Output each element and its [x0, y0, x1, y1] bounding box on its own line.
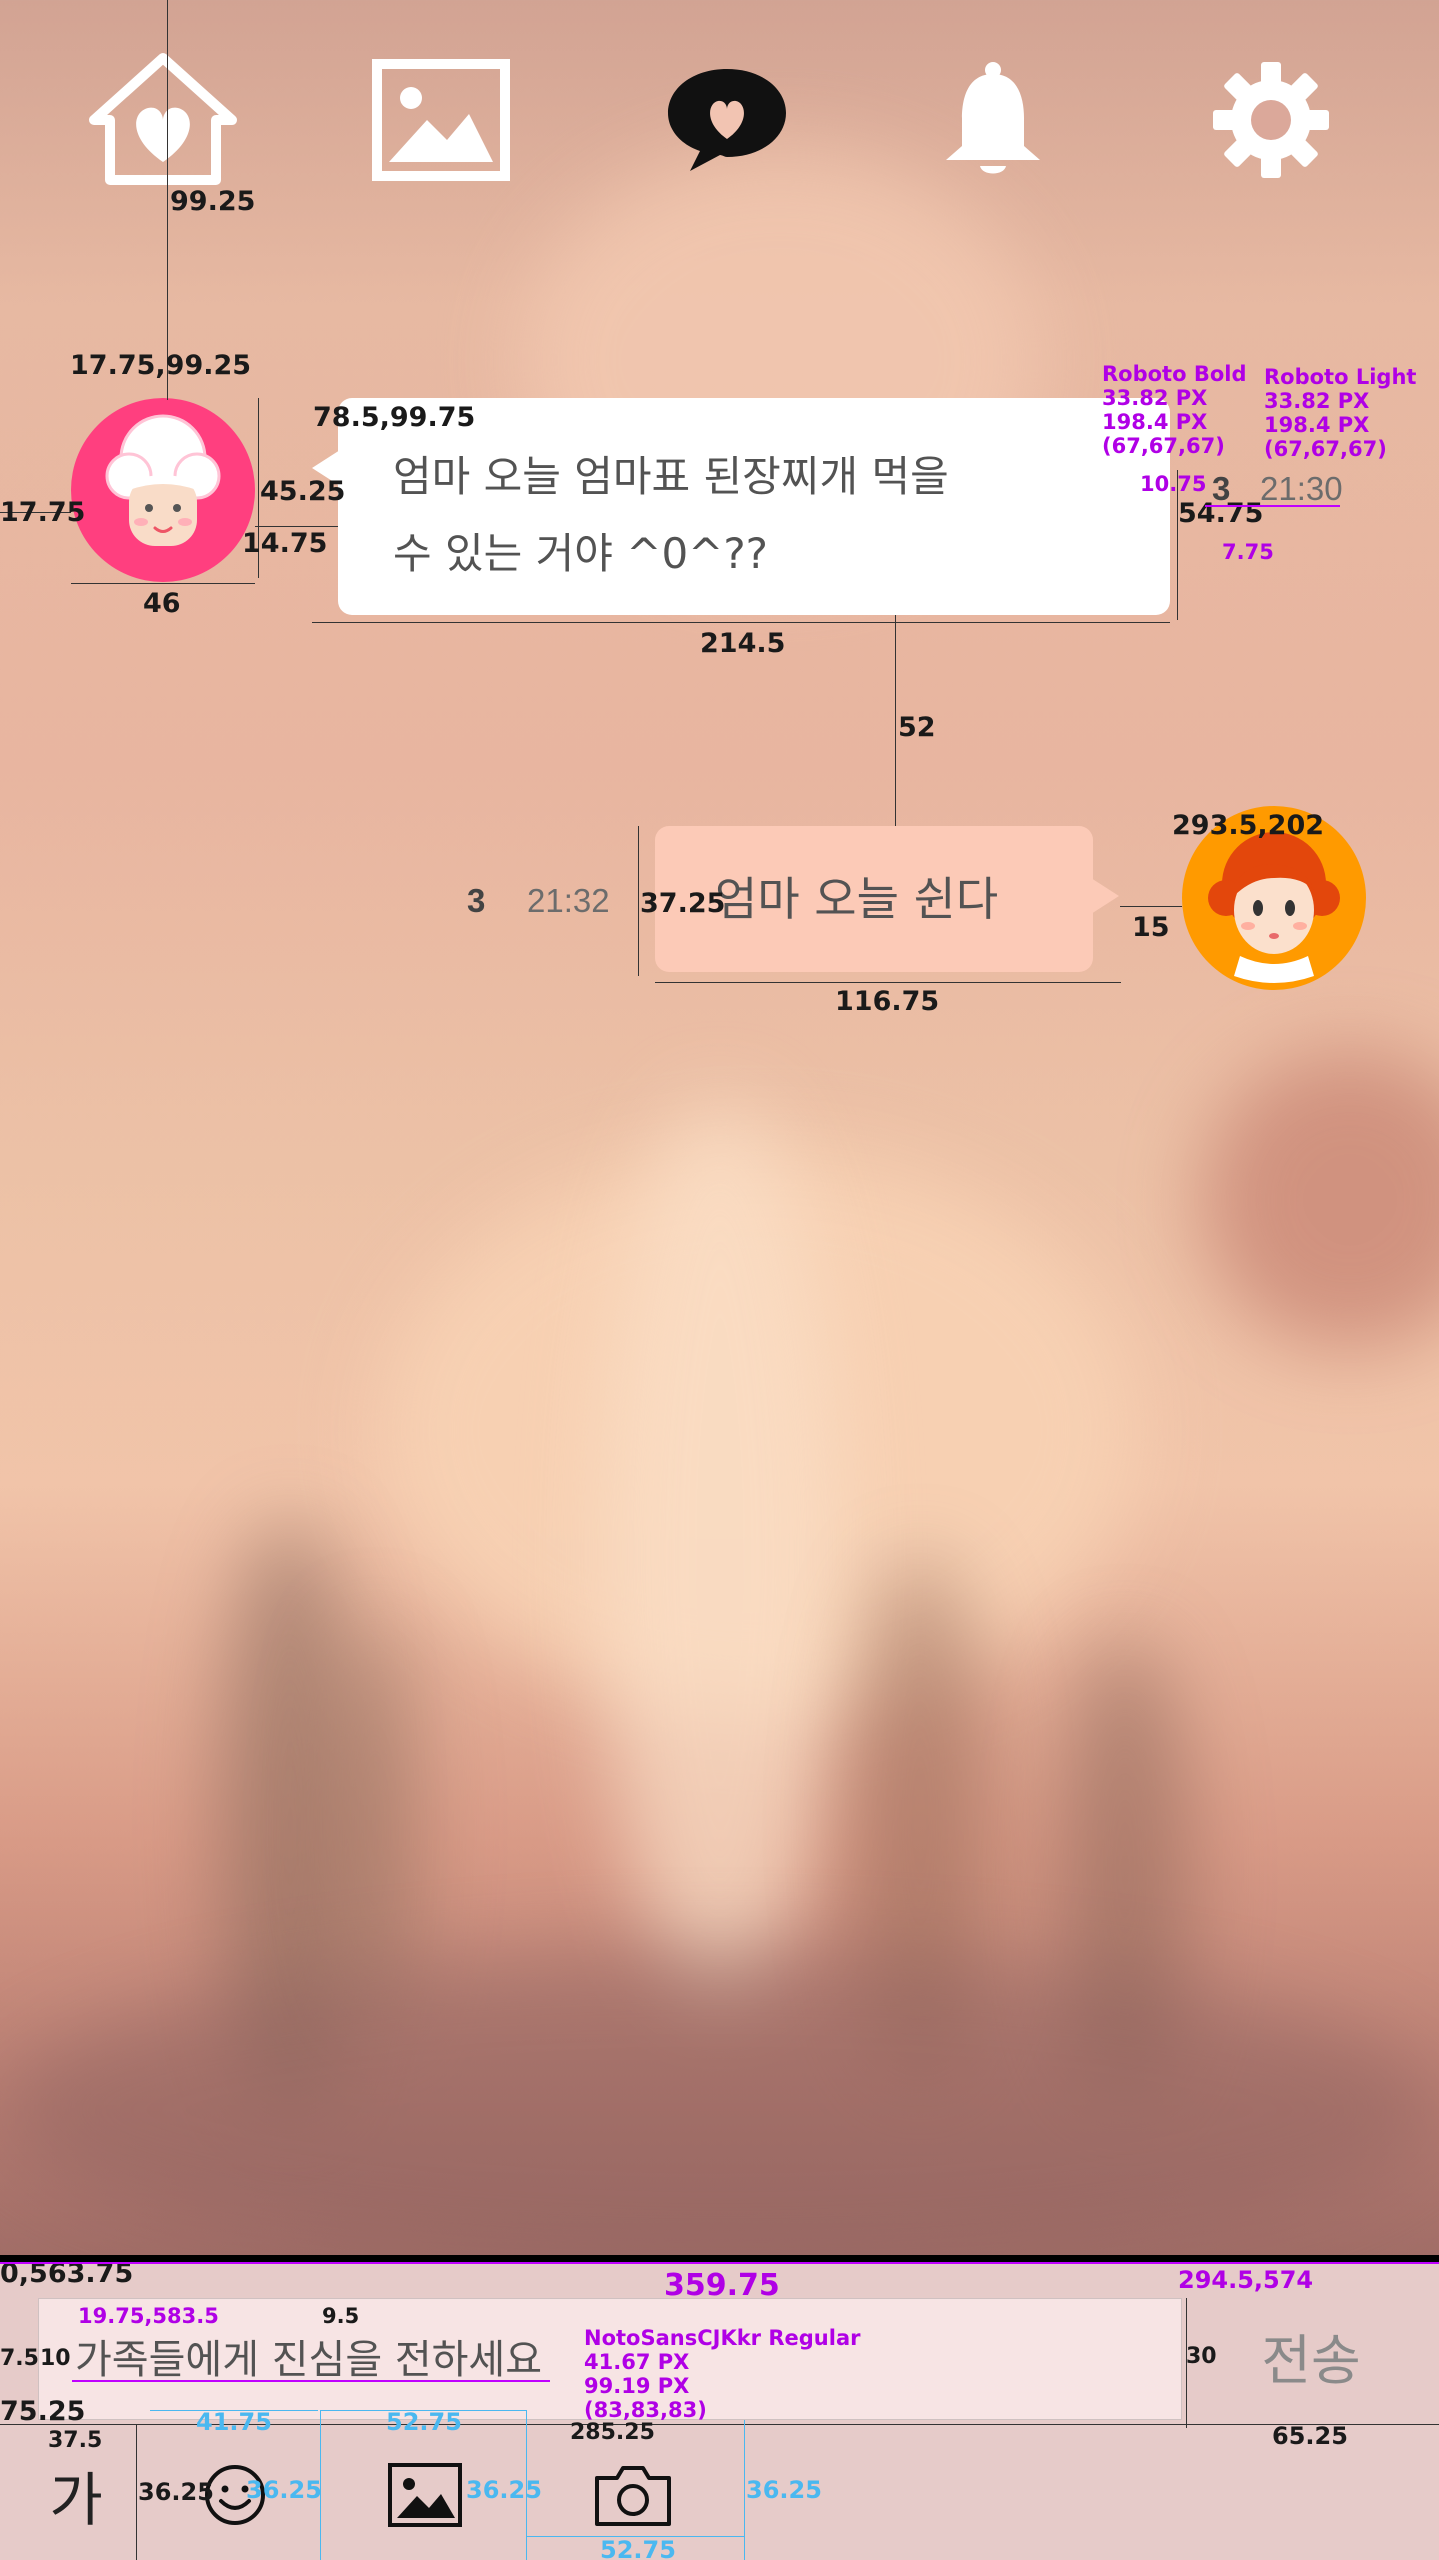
unread-count: 3	[467, 882, 486, 919]
bell-icon[interactable]	[918, 50, 1068, 190]
spec-label: 293.5,202	[1172, 810, 1325, 841]
spec-label: 36.25	[466, 2476, 542, 2504]
spec-line	[655, 982, 1121, 983]
spec-font-label: (67,67,67)	[1264, 437, 1387, 461]
spec-label: 285.25	[570, 2420, 655, 2445]
spec-label: 10	[40, 2346, 71, 2371]
spec-label: 45.25	[260, 476, 346, 507]
spec-line	[1177, 470, 1178, 620]
spec-label: 14.75	[242, 528, 328, 559]
spec-label: 54.75	[1178, 498, 1264, 529]
spec-label: 78.5,99.75	[313, 402, 476, 433]
spec-label: 36.25	[138, 2478, 214, 2506]
spec-label: 116.75	[835, 986, 940, 1017]
spec-label: 46	[143, 588, 181, 619]
spec-line	[312, 622, 1170, 623]
gallery-icon[interactable]	[366, 50, 516, 190]
spec-label: 52	[898, 712, 936, 743]
home-heart-icon[interactable]	[88, 50, 238, 190]
spec-line	[0, 2262, 1439, 2264]
image-icon[interactable]	[380, 2430, 470, 2560]
spec-line	[167, 0, 168, 400]
spec-label: 36.25	[746, 2476, 822, 2504]
spec-font-label: (83,83,83)	[584, 2398, 707, 2422]
spec-font-label: 198.4 PX	[1102, 410, 1208, 434]
spec-label: 37.25	[640, 888, 726, 919]
spec-line	[320, 2410, 321, 2560]
spec-font-label: 33.82 PX	[1264, 389, 1370, 413]
spec-label: 65.25	[1272, 2422, 1348, 2450]
spec-label: 36.25	[246, 2476, 322, 2504]
spec-label: 294.5,574	[1178, 2266, 1314, 2294]
spec-label: 9.5	[322, 2304, 360, 2328]
gear-icon[interactable]	[1196, 50, 1346, 190]
background-photo	[0, 0, 1439, 2255]
message-time: 21:32	[527, 882, 610, 919]
grandma-avatar-icon[interactable]	[71, 398, 255, 582]
input-bar-border	[0, 2255, 1439, 2262]
spec-label: 37.5	[48, 2428, 103, 2453]
spec-font-label: Roboto Bold	[1102, 362, 1247, 386]
spec-label: 7.5	[0, 2346, 39, 2371]
spec-label: 359.75	[664, 2268, 780, 2303]
spec-line	[72, 2380, 550, 2382]
spec-font-label: 41.67 PX	[584, 2350, 690, 2374]
spec-label: 17.75,99.25	[70, 350, 252, 381]
spec-label: 52.75	[386, 2408, 462, 2436]
send-button[interactable]: 전송	[1183, 2280, 1439, 2430]
spec-label: 15	[1132, 912, 1170, 943]
message-time: 21:30	[1260, 470, 1343, 507]
message-text: 엄마 오늘 쉰다	[715, 872, 999, 926]
spec-font-label: 198.4 PX	[1264, 413, 1370, 437]
spec-font-label: 33.82 PX	[1102, 386, 1208, 410]
spec-line	[895, 615, 896, 826]
spec-font-label: (67,67,67)	[1102, 434, 1225, 458]
spec-line	[638, 826, 639, 976]
spec-label: 41.75	[196, 2408, 272, 2436]
top-nav	[0, 0, 1439, 200]
spec-font-label: 99.19 PX	[584, 2374, 690, 2398]
spec-font-label: NotoSansCJKkr Regular	[584, 2326, 861, 2350]
spec-font-label: Roboto Light	[1264, 365, 1417, 389]
spec-label: 52.75	[600, 2536, 676, 2560]
spec-label: 214.5	[700, 628, 786, 659]
spec-label: 99.25	[170, 186, 256, 217]
spec-label: 19.75,583.5	[78, 2304, 219, 2328]
message-text-line1: 엄마 오늘 엄마표 된장찌개 먹을	[393, 452, 949, 501]
spec-label: 17.75	[0, 497, 86, 528]
spec-line	[71, 583, 255, 584]
spec-label: 75.25	[0, 2396, 86, 2427]
spec-line	[136, 2424, 137, 2560]
spec-line	[1205, 505, 1340, 507]
message-text-line2: 수 있는 거야 ^0^??	[393, 529, 768, 578]
spec-line	[1120, 906, 1182, 907]
spec-line	[744, 2420, 745, 2560]
spec-line	[255, 526, 338, 527]
spec-label: 30	[1186, 2344, 1217, 2369]
chat-heart-icon[interactable]	[652, 50, 802, 190]
spec-label: 10.75	[1140, 472, 1207, 496]
spec-label: 7.75	[1222, 540, 1274, 564]
spec-line	[526, 2410, 527, 2560]
